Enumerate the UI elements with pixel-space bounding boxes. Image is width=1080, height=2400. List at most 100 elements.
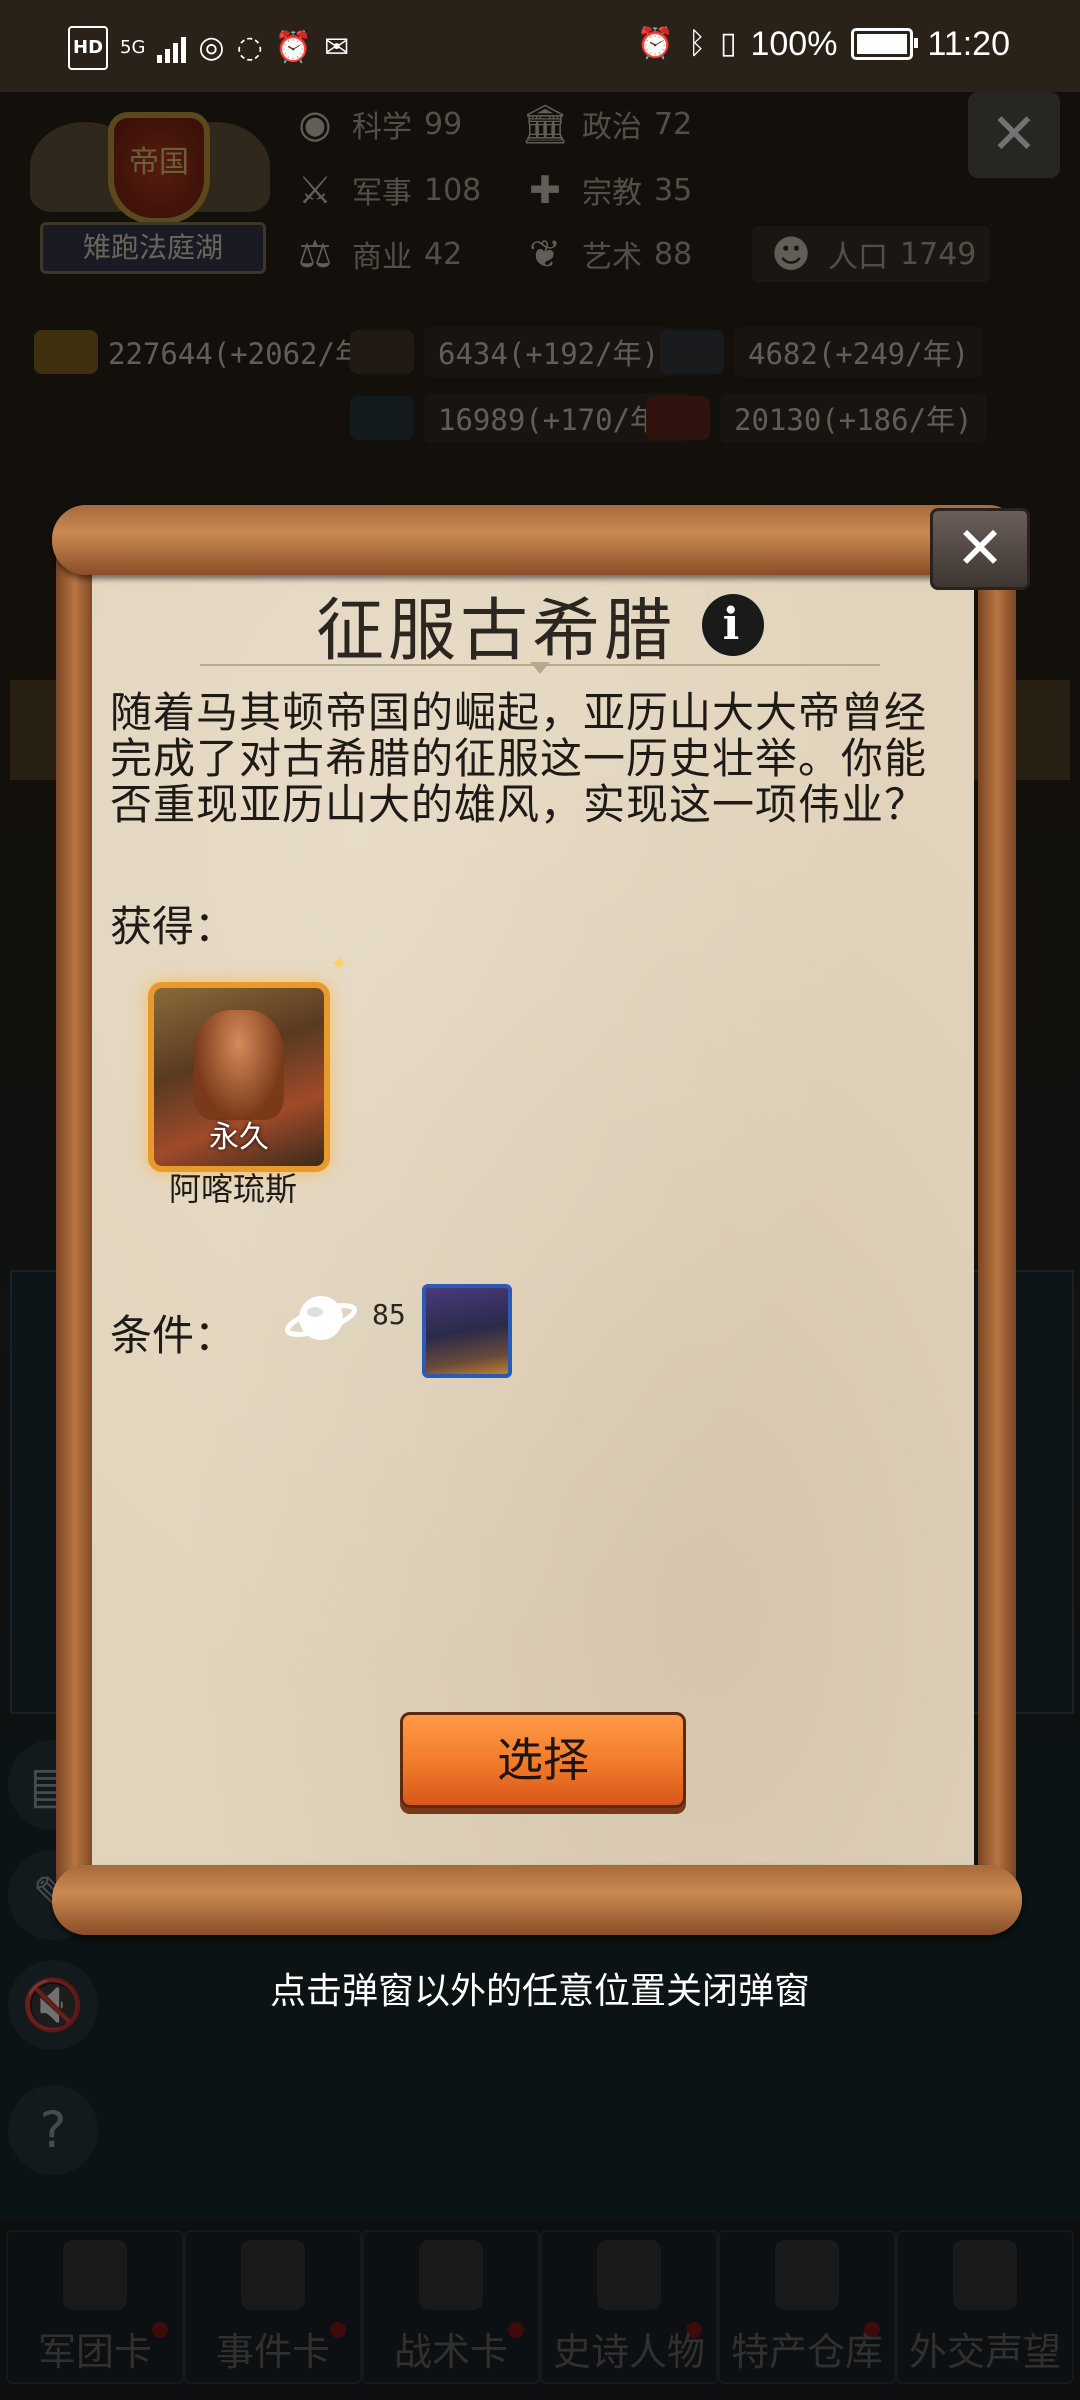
nav-legion-cards[interactable]: 军团卡 <box>6 2230 184 2384</box>
nav-label: 军团卡 <box>37 2330 152 2374</box>
nav-epic-figures[interactable]: 史诗人物 <box>540 2230 718 2384</box>
scroll-icon <box>241 2240 305 2310</box>
stat-label: 科学 <box>352 110 412 145</box>
religion-icon: ✚ <box>529 168 561 212</box>
empire-name: 雉跑法庭湖 <box>40 222 266 274</box>
select-button[interactable]: 选择 <box>400 1712 686 1808</box>
modal-title: 征服古希腊 <box>315 592 676 671</box>
stat-value: 1749 <box>900 236 977 272</box>
hud-close-button[interactable]: ✕ <box>968 92 1060 178</box>
government-icon: 🏛 <box>520 101 570 146</box>
alarm-icon: ⏰ <box>636 26 674 61</box>
scales-icon: ⚖ <box>297 232 333 276</box>
info-icon[interactable]: i <box>702 593 764 656</box>
stat-population[interactable]: ☻ 人口 1749 <box>752 226 991 282</box>
stat-value: 72 <box>654 106 693 142</box>
alarm-clock-icon: ⏰ <box>274 30 313 65</box>
condition-science-value: 85 <box>372 1298 406 1331</box>
bottom-nav: 军团卡 事件卡 战术卡 史诗人物 特产仓库 外交声望 <box>0 2230 1080 2400</box>
stat-label: 商业 <box>352 240 412 275</box>
empire-emblem[interactable]: 帝国 雉跑法庭湖 <box>30 102 270 292</box>
modal-title-row: 征服古希腊 i <box>0 575 1080 671</box>
reward-label: 获得： <box>110 902 237 951</box>
resource-gold-value: 227644(+2062/年) <box>108 337 382 371</box>
planet-icon: ◉ <box>298 102 332 146</box>
close-hint: 点击弹窗以外的任意位置关闭弹窗 <box>269 1971 810 2012</box>
stat-value: 108 <box>424 172 482 208</box>
nav-label: 战术卡 <box>393 2330 508 2374</box>
resource-stone: 4682(+249/年) <box>660 326 984 378</box>
meat-icon <box>646 396 710 440</box>
stat-science[interactable]: ◉ 科学 99 <box>290 96 462 152</box>
nav-label: 事件卡 <box>215 2330 330 2374</box>
person-icon: ☻ <box>771 232 811 276</box>
status-left: HD 5G ◎ ◌ ⏰ ✉ <box>68 26 349 70</box>
nav-label: 特产仓库 <box>730 2330 883 2374</box>
resource-wood: 6434(+192/年) <box>350 326 674 378</box>
nav-label: 外交声望 <box>908 2330 1061 2374</box>
treasure-chest-icon <box>775 2240 839 2310</box>
title-divider <box>200 664 880 666</box>
stone-icon <box>660 330 724 374</box>
planet-icon <box>285 1296 357 1340</box>
resource-stone-value: 4682(+249/年) <box>734 327 984 377</box>
vibrate-icon: ▯ <box>719 26 737 61</box>
resource-iron: 16989(+170/年) <box>350 392 691 444</box>
condition-card-icon[interactable] <box>422 1284 512 1378</box>
stat-label: 政治 <box>582 110 642 145</box>
stat-label: 军事 <box>352 176 412 211</box>
stat-value: 88 <box>654 236 693 272</box>
help-icon[interactable]: ? <box>8 2085 98 2175</box>
nav-label: 史诗人物 <box>552 2330 705 2374</box>
battery-icon <box>851 28 919 60</box>
stat-commerce[interactable]: ⚖ 商业 42 <box>290 226 462 282</box>
resource-food-value: 20130(+186/年) <box>720 393 987 443</box>
chat-icon: ✉ <box>324 30 350 65</box>
scroll-right-edge <box>978 540 1016 1900</box>
status-bar: HD 5G ◎ ◌ ⏰ ✉ ⏰ ᛒ ▯ 100% 11:20 <box>0 0 1080 92</box>
stat-label: 艺术 <box>582 240 642 275</box>
stat-label: 人口 <box>828 240 888 275</box>
hotspot-icon: ◎ <box>198 30 225 65</box>
modal-description: 随着马其顿帝国的崛起，亚历山大大帝曾经完成了对古希腊的征服这一历史壮举。你能否重… <box>110 688 928 829</box>
signal-icon <box>157 33 187 63</box>
stat-religion[interactable]: ✚ 宗教 35 <box>520 162 692 218</box>
clock: 11:20 <box>927 24 1010 63</box>
stat-label: 宗教 <box>582 176 642 211</box>
reward-card[interactable]: 永久 <box>148 982 330 1172</box>
empire-shield: 帝国 <box>108 112 210 224</box>
stat-military[interactable]: ⚔ 军事 108 <box>290 162 481 218</box>
battery-percent: 100% <box>750 24 838 63</box>
nav-diplomacy[interactable]: 外交声望 <box>896 2230 1074 2384</box>
reward-duration-tag: 永久 <box>209 1120 269 1155</box>
resource-wood-value: 6434(+192/年) <box>424 327 674 377</box>
network-label: 5G <box>120 37 146 58</box>
scroll-left-edge <box>56 540 94 1900</box>
helmet-icon <box>63 2240 127 2310</box>
stat-art[interactable]: ❦ 艺术 88 <box>520 226 692 282</box>
nav-tactic-cards[interactable]: 战术卡 <box>362 2230 540 2384</box>
compass-icon <box>419 2240 483 2310</box>
stat-value: 35 <box>654 172 693 208</box>
wood-icon <box>350 330 414 374</box>
stat-value: 99 <box>424 106 463 142</box>
sparkle-icon: ✦ <box>330 952 349 977</box>
status-right: ⏰ ᛒ ▯ 100% 11:20 <box>637 24 1010 64</box>
resource-food: 20130(+186/年) <box>646 392 987 444</box>
swords-icon: ⚔ <box>297 168 333 212</box>
envelope-icon <box>953 2240 1017 2310</box>
stat-politics[interactable]: 🏛 政治 72 <box>520 96 692 152</box>
condition-label: 条件： <box>110 1311 237 1360</box>
nav-specialty-warehouse[interactable]: 特产仓库 <box>718 2230 896 2384</box>
resource-gold: 227644(+2062/年) <box>34 326 381 378</box>
reward-name: 阿喀琉斯 <box>168 1170 297 1208</box>
art-icon: ❦ <box>529 232 561 276</box>
nav-event-cards[interactable]: 事件卡 <box>184 2230 362 2384</box>
hero-portrait <box>194 1010 284 1120</box>
crown-icon <box>597 2240 661 2310</box>
bluetooth-icon: ᛒ <box>687 26 706 61</box>
loading-icon: ◌ <box>236 30 263 65</box>
top-hud: 帝国 雉跑法庭湖 ◉ 科学 99 🏛 政治 72 ⚔ 军事 108 ✚ 宗教 3… <box>0 92 1080 472</box>
gold-coins-icon <box>34 330 98 374</box>
game-screen: HD 5G ◎ ◌ ⏰ ✉ ⏰ ᛒ ▯ 100% 11:20 帝国 雉跑法庭湖 <box>0 0 1080 2400</box>
